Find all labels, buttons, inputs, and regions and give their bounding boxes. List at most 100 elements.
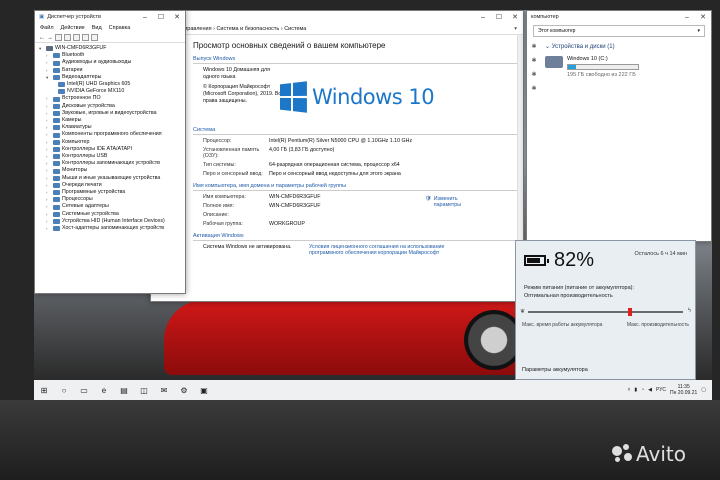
device-manager-titlebar[interactable]: ▣ Диспетчер устройств – ☐ ✕ (35, 11, 185, 23)
slider-track[interactable] (528, 311, 683, 313)
chevron-right-icon[interactable]: › (46, 95, 51, 102)
tree-category[interactable]: › Контроллеры IDE ATA/ATAPI (46, 146, 181, 153)
tree-category-label[interactable]: Аудиовходы и аудиовыходы (62, 59, 131, 66)
tree-device-label[interactable]: Intel(R) UHD Graphics 605 (67, 81, 130, 88)
chevron-right-icon[interactable]: › (46, 175, 51, 182)
chevron-down-icon[interactable]: ▾ (39, 45, 44, 52)
search-icon[interactable]: ○ (54, 380, 74, 400)
tree-category-label[interactable]: Мыши и иные указывающие устройства (62, 175, 160, 182)
menu-item[interactable]: Файл (40, 25, 54, 31)
drive-c[interactable]: Windows 10 (C:) 195 ГБ свободно из 222 Г… (545, 56, 707, 78)
chevron-right-icon[interactable]: › (46, 160, 51, 167)
chevron-right-icon[interactable]: › (46, 203, 51, 210)
tree-root[interactable]: ▾ WIN-CMFD6R3GFUF (39, 45, 181, 52)
address-text[interactable]: Этот компьютер (538, 28, 575, 34)
settings-icon[interactable]: ⚙ (174, 380, 194, 400)
update-driver-icon[interactable] (82, 34, 89, 41)
task-view-icon[interactable]: ▭ (74, 380, 94, 400)
chevron-right-icon[interactable]: › (46, 182, 51, 189)
close-button[interactable]: ✕ (695, 11, 711, 23)
license-link[interactable]: Условия лицензионного соглашения на испо… (309, 244, 469, 256)
tree-category[interactable]: › Мониторы (46, 167, 181, 174)
tree-category[interactable]: › Контроллеры запоминающих устройств (46, 160, 181, 167)
chevron-right-icon[interactable]: › (46, 67, 51, 74)
properties-icon[interactable] (55, 34, 62, 41)
chevron-down-icon[interactable]: ▾ (514, 26, 517, 32)
scan-hardware-icon[interactable] (91, 34, 98, 41)
chevron-right-icon[interactable]: › (46, 139, 51, 146)
tree-category-label[interactable]: Программные устройства (62, 189, 125, 196)
chevron-right-icon[interactable]: › (46, 218, 51, 225)
tree-category-label[interactable]: Сетевые адаптеры (62, 203, 109, 210)
tree-category[interactable]: › Устройства HID (Human Interface Devices… (46, 218, 181, 225)
tree-category-label[interactable]: Дисковые устройства (62, 103, 115, 110)
chevron-right-icon[interactable]: › (46, 153, 51, 160)
change-settings-link[interactable]: 🛡 Изменить параметры (425, 196, 481, 208)
tree-category[interactable]: › Звуковые, игровые и видеоустройства (46, 110, 181, 117)
tree-category-label[interactable]: Процессоры (62, 196, 93, 203)
tree-category[interactable]: › Клавиатуры (46, 124, 181, 131)
chevron-right-icon[interactable]: › (46, 59, 51, 66)
tree-category-label[interactable]: Звуковые, игровые и видеоустройства (62, 110, 157, 117)
notifications-icon[interactable]: ▢ (701, 387, 706, 393)
tree-category[interactable]: › Компоненты программного обеспечения (46, 131, 181, 138)
battery-settings-link[interactable]: Параметры аккумулятора (522, 367, 588, 373)
tree-category[interactable]: › Очереди печати (46, 182, 181, 189)
tree-category-label[interactable]: Bluetooth (62, 52, 84, 59)
drive-name[interactable]: Windows 10 (C:) (567, 56, 639, 62)
tree-category[interactable]: › Bluetooth (46, 52, 181, 59)
tree-category-label[interactable]: Компоненты программного обеспечения (62, 131, 162, 138)
tree-category-label[interactable]: Очереди печати (62, 182, 102, 189)
tree-category[interactable]: › Аудиовходы и аудиовыходы (46, 59, 181, 66)
device-manager-task-icon[interactable]: ▣ (194, 380, 214, 400)
tree-category[interactable]: › Программные устройства (46, 189, 181, 196)
close-button[interactable]: ✕ (169, 11, 185, 23)
tree-category-label[interactable]: Контроллеры запоминающих устройств (62, 160, 160, 167)
back-icon[interactable]: ← (39, 35, 45, 41)
tree-category-label[interactable]: Компьютер (62, 139, 89, 146)
menu-item[interactable]: Действие (61, 25, 85, 31)
tree-category[interactable]: › Дисковые устройства (46, 103, 181, 110)
tree-root-label[interactable]: WIN-CMFD6R3GFUF (55, 45, 107, 52)
clock[interactable]: 11:35 Пн 20.09.21 (670, 384, 697, 396)
chevron-right-icon[interactable]: › (46, 167, 51, 174)
tree-category[interactable]: › Батареи (46, 67, 181, 74)
minimize-button[interactable]: – (475, 11, 491, 23)
tree-category-label[interactable]: Контроллеры IDE ATA/ATAPI (62, 146, 132, 153)
tree-category[interactable]: › Сетевые адаптеры (46, 203, 181, 210)
maximize-button[interactable]: ☐ (153, 11, 169, 23)
tree-category-label[interactable]: Хост-адаптеры запоминающих устройств (62, 225, 164, 232)
close-button[interactable]: ✕ (507, 11, 523, 23)
chevron-up-icon[interactable]: ˄ (627, 387, 630, 393)
breadcrumb[interactable]: анель управления › Система и безопасност… (151, 23, 523, 35)
tree-category[interactable]: › Процессоры (46, 196, 181, 203)
chevron-right-icon[interactable]: › (46, 189, 51, 196)
chevron-right-icon[interactable]: › (46, 103, 51, 110)
tree-category-label[interactable]: Мониторы (62, 167, 87, 174)
chevron-right-icon[interactable]: › (46, 196, 51, 203)
network-icon[interactable]: ◔ (641, 387, 644, 393)
chevron-right-icon[interactable]: › (46, 117, 51, 124)
tree-category-label[interactable]: Камеры (62, 117, 81, 124)
chevron-right-icon[interactable]: › (46, 225, 51, 232)
chevron-down-icon[interactable]: ▾ (697, 28, 700, 34)
chevron-right-icon[interactable]: › (46, 110, 51, 117)
tree-category-label[interactable]: Системные устройства (62, 211, 119, 218)
tree-category[interactable]: › Компьютер (46, 139, 181, 146)
chevron-right-icon[interactable]: › (46, 124, 51, 131)
pin-icon[interactable]: ✱ (531, 71, 536, 78)
tree-category[interactable]: › Камеры (46, 117, 181, 124)
chevron-right-icon[interactable]: › (46, 146, 51, 153)
battery-tray-icon[interactable]: ▮ (634, 387, 637, 393)
store-icon[interactable]: ◫ (134, 380, 154, 400)
clock-date[interactable]: Пн 20.09.21 (670, 390, 697, 396)
mail-icon[interactable]: ✉ (154, 380, 174, 400)
address-bar[interactable]: Этот компьютер ▾ (533, 25, 705, 37)
forward-icon[interactable]: → (47, 35, 53, 41)
volume-icon[interactable]: ◀ (648, 387, 652, 393)
tree-device-label[interactable]: NVIDIA GeForce MX110 (67, 88, 124, 95)
help-icon[interactable] (73, 34, 80, 41)
pin-icon[interactable]: ✱ (531, 57, 536, 64)
change-settings-label[interactable]: Изменить параметры (434, 196, 481, 208)
devices-section[interactable]: ⌄ Устройства и диски (1) (545, 43, 707, 50)
